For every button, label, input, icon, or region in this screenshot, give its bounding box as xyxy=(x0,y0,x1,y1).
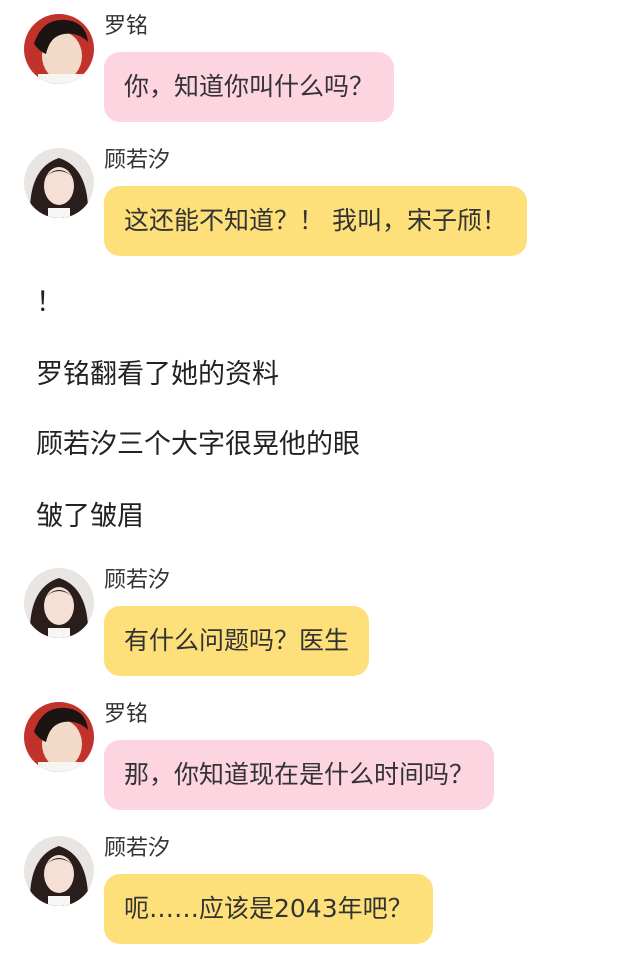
message-bubble[interactable]: 那，你知道现在是什么时间吗？ xyxy=(104,740,495,810)
speaker-name: 顾若汐 xyxy=(104,148,171,173)
message-bubble[interactable]: 有什么问题吗？医生 xyxy=(104,606,370,676)
message-bubble[interactable]: 这还能不知道？！ 我叫，宋子颀！ xyxy=(104,186,527,256)
female-avatar-icon xyxy=(24,568,94,638)
male-avatar[interactable] xyxy=(24,702,94,772)
narration-line: 罗铭翻看了她的资料 xyxy=(36,359,279,390)
male-avatar-icon xyxy=(24,14,94,84)
male-avatar-icon xyxy=(24,702,94,772)
speaker-name: 顾若汐 xyxy=(104,568,171,593)
message-bubble[interactable]: 呃……应该是2043年吧？ xyxy=(104,874,433,944)
speaker-name: 罗铭 xyxy=(104,14,149,39)
narration-line: 皱了皱眉 xyxy=(36,501,144,532)
male-avatar[interactable] xyxy=(24,14,94,84)
female-avatar-icon xyxy=(24,836,94,906)
female-avatar[interactable] xyxy=(24,836,94,906)
speaker-name: 顾若汐 xyxy=(104,836,171,861)
female-avatar[interactable] xyxy=(24,148,94,218)
female-avatar[interactable] xyxy=(24,568,94,638)
female-avatar-icon xyxy=(24,148,94,218)
narration-line: ！ xyxy=(36,287,63,318)
speaker-name: 罗铭 xyxy=(104,702,149,727)
message-bubble[interactable]: 你，知道你叫什么吗？ xyxy=(104,52,395,122)
narration-line: 顾若汐三个大字很晃他的眼 xyxy=(36,429,360,460)
